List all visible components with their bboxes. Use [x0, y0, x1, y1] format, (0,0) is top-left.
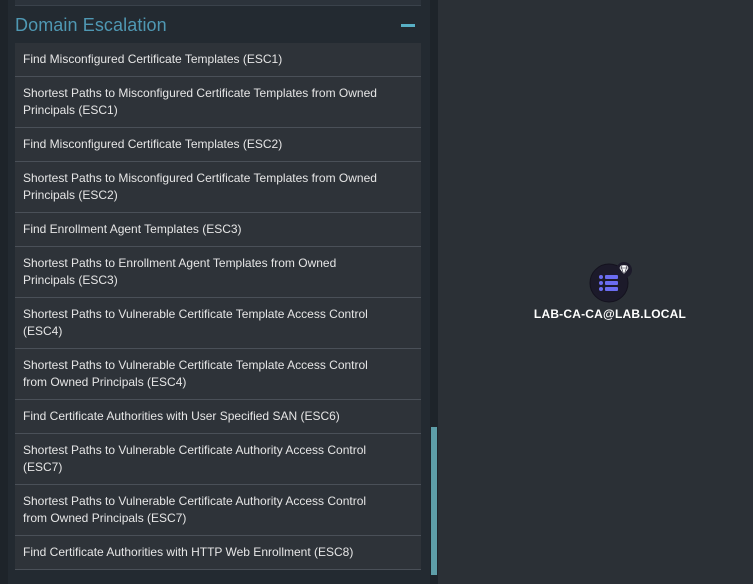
graph-node-label: LAB-CA-CA@LAB.LOCAL	[533, 307, 687, 321]
query-item[interactable]: Shortest Paths to Vulnerable Certificate…	[15, 298, 421, 349]
query-item[interactable]: Find Misconfigured Certificate Templates…	[15, 128, 421, 162]
query-list: Find Misconfigured Certificate Templates…	[15, 43, 421, 570]
query-item[interactable]: Shortest Paths to Misconfigured Certific…	[15, 77, 421, 128]
query-item[interactable]: Find Certificate Authorities with User S…	[15, 400, 421, 434]
query-item[interactable]: Shortest Paths to Vulnerable Certificate…	[15, 485, 421, 536]
query-item[interactable]: Shortest Paths to Misconfigured Certific…	[15, 162, 421, 213]
graph-node-ca[interactable]	[589, 262, 633, 306]
query-item[interactable]: Shortest Paths to Vulnerable Certificate…	[15, 434, 421, 485]
bloodhound-window: Domain Escalation Find Misconfigured Cer…	[0, 0, 753, 584]
minus-icon[interactable]	[401, 23, 415, 27]
query-item[interactable]: Find Certificate Authorities with HTTP W…	[15, 536, 421, 570]
query-item[interactable]: Find Enrollment Agent Templates (ESC3)	[15, 213, 421, 247]
query-item[interactable]: Find Misconfigured Certificate Templates…	[15, 43, 421, 77]
list-icon	[589, 262, 632, 303]
scrollbar-thumb[interactable]	[431, 427, 437, 575]
section-title: Domain Escalation	[15, 14, 167, 35]
previous-section-edge	[15, 0, 421, 6]
diamond-icon	[616, 262, 632, 278]
query-item[interactable]: Shortest Paths to Enrollment Agent Templ…	[15, 247, 421, 298]
query-item[interactable]: Shortest Paths to Vulnerable Certificate…	[15, 349, 421, 400]
section-header-domain-escalation[interactable]: Domain Escalation	[15, 8, 421, 42]
